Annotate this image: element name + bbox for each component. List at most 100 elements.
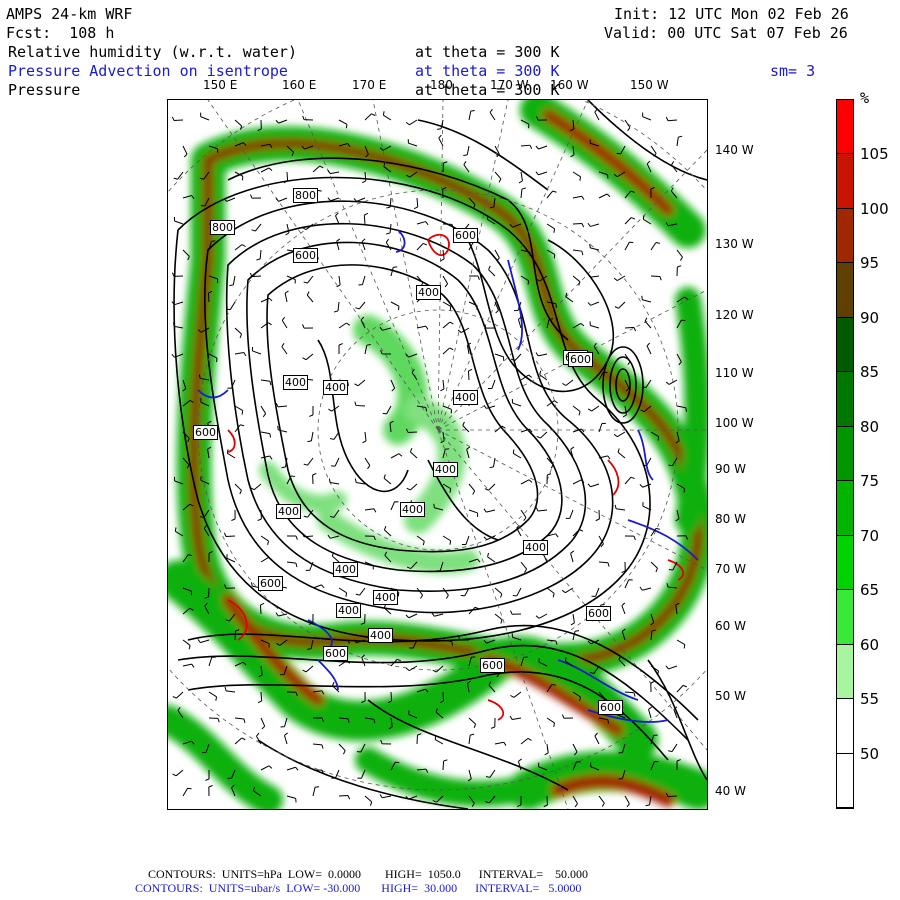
wind-barb: [382, 111, 392, 121]
wind-barb: [197, 639, 210, 644]
lon-label-top: 160 E: [282, 78, 317, 92]
wind-barb: [260, 431, 272, 438]
wind-barb: [234, 424, 245, 433]
lon-label-right: 70 W: [715, 562, 746, 576]
wind-barb: [172, 769, 184, 777]
wind-barb: [182, 787, 192, 797]
wind-barb: [200, 112, 210, 121]
field1-level: at theta = 300 K: [415, 43, 560, 61]
colorbar-label: 95: [860, 254, 880, 272]
lon-label-right: 50 W: [715, 689, 746, 703]
wind-barb: [442, 587, 449, 599]
wind-barb: [467, 769, 472, 782]
wind-barb: [561, 714, 574, 719]
wind-barb: [260, 297, 273, 303]
wind-barb: [250, 483, 262, 491]
wind-barb: [624, 241, 634, 251]
field3-name: Pressure: [8, 81, 81, 99]
wind-barb: [510, 610, 522, 615]
wind-barb: [520, 187, 526, 199]
wind-barb: [405, 613, 418, 619]
wind-barb: [303, 457, 314, 466]
wind-barb: [587, 483, 600, 488]
wind-barb: [650, 242, 660, 251]
wind-barb: [494, 353, 505, 361]
wind-barb: [624, 579, 633, 589]
colorbar-segment: [837, 317, 853, 373]
wind-barb: [642, 112, 652, 121]
wind-barb: [286, 535, 298, 540]
wind-barb: [442, 321, 454, 329]
pressure-label: 800: [293, 188, 318, 203]
wind-barb: [259, 602, 265, 615]
colorbar-segment: [837, 535, 853, 591]
colorbar-segment: [837, 590, 853, 645]
wind-barb: [676, 353, 682, 366]
wind-barb: [483, 404, 496, 409]
colorbar-label: 75: [860, 472, 880, 490]
wind-barb: [182, 639, 191, 650]
wind-barb: [624, 795, 630, 808]
wind-barb: [466, 446, 471, 459]
wind-barb: [234, 351, 247, 357]
colorbar-label: 50: [860, 745, 880, 763]
lon-label-top: 150 E: [203, 78, 238, 92]
colorbar-segment: [837, 699, 853, 754]
wind-barb: [260, 405, 267, 418]
wind-barb: [312, 584, 325, 589]
wind-barb: [383, 474, 392, 485]
wind-barb: [467, 368, 473, 381]
wind-barb: [275, 403, 288, 408]
wind-barb: [331, 457, 340, 467]
wind-barb: [463, 161, 470, 173]
wind-barb: [312, 743, 324, 749]
wind-barb: [520, 737, 532, 745]
model-title: AMPS 24-km WRF: [6, 5, 133, 23]
wind-barb: [208, 785, 213, 797]
colorbar-label: 105: [860, 145, 889, 163]
wind-barb: [416, 242, 428, 251]
wind-barb: [587, 405, 600, 412]
map-canvas: [168, 100, 707, 809]
wind-barb: [488, 265, 496, 277]
wind-barb: [494, 145, 500, 158]
humidity-fill: [168, 100, 707, 809]
wind-barb: [570, 446, 575, 459]
wind-barb: [361, 238, 366, 251]
wind-barb: [598, 795, 605, 807]
wind-barb: [231, 509, 236, 521]
wind-barb: [336, 238, 341, 251]
lon-label-right: 40 W: [715, 784, 746, 798]
wind-barb: [624, 476, 635, 485]
wind-barb: [594, 732, 600, 745]
pressure-label: 600: [586, 606, 611, 621]
wind-barb: [613, 275, 626, 282]
wind-barb: [260, 765, 273, 771]
colorbar-label: 65: [860, 581, 880, 599]
wind-barb: [234, 717, 246, 724]
wind-barb: [380, 739, 392, 745]
wind-barb: [383, 525, 392, 537]
wind-barb: [283, 732, 288, 745]
wind-barb: [338, 587, 348, 597]
wind-barb: [624, 535, 636, 541]
wind-barb: [648, 706, 653, 719]
pressure-label: 400: [433, 462, 458, 477]
wind-barb: [489, 457, 496, 469]
wind-barb: [489, 108, 496, 121]
wind-barb: [251, 223, 262, 232]
wind-barb: [650, 561, 658, 573]
wind-barb: [285, 223, 290, 236]
pressure-label: 600: [453, 228, 478, 243]
wind-barb: [354, 379, 366, 387]
wind-barb: [260, 535, 269, 545]
wind-barb: [234, 483, 242, 495]
colorbar-label: 100: [860, 200, 889, 218]
wind-barb: [182, 249, 190, 261]
wind-barb: [312, 786, 320, 797]
wind-barb: [646, 342, 652, 355]
wind-barb: [353, 197, 366, 202]
wind-barb: [327, 197, 340, 202]
wind-barb: [587, 301, 600, 306]
wind-barb: [668, 743, 678, 753]
